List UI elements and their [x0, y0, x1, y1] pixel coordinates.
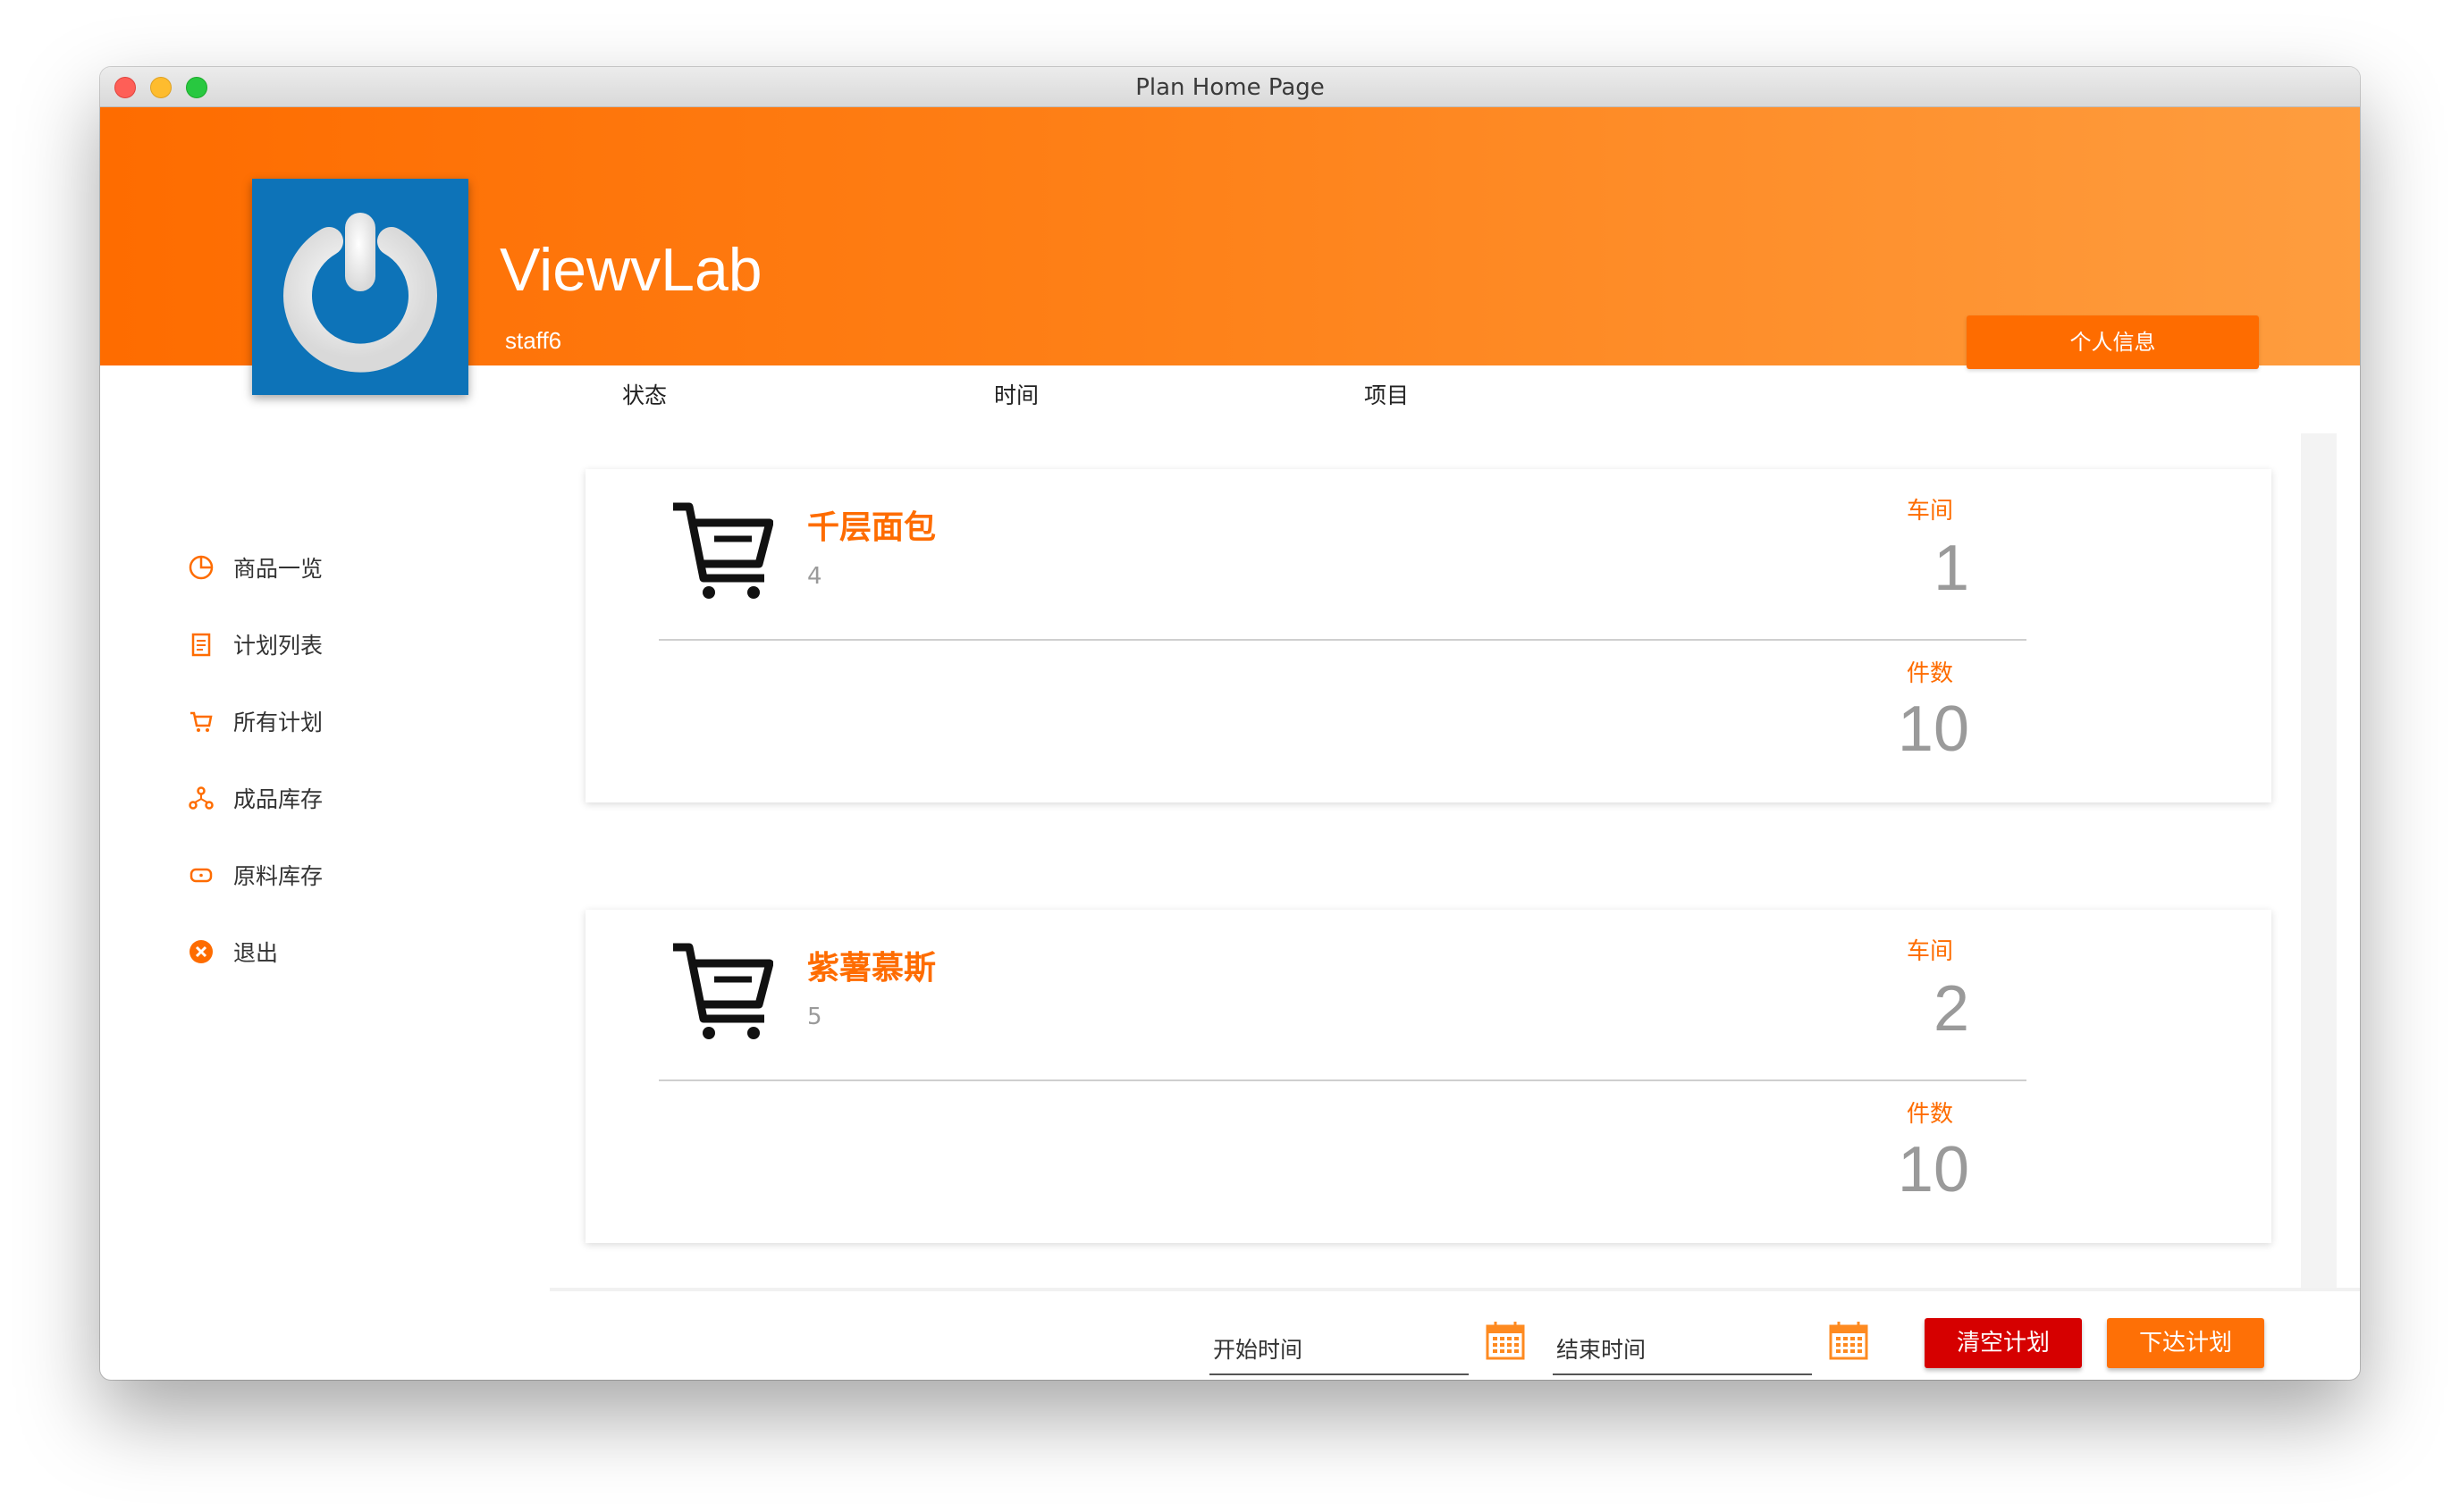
column-status[interactable]: 状态 — [622, 378, 667, 410]
title-bar: Plan Home Page — [100, 67, 2360, 107]
start-time-field[interactable]: 开始时间 — [1209, 1320, 1469, 1375]
workshop-label: 车间 — [1907, 498, 1954, 525]
sidebar-item-label: 退出 — [233, 940, 279, 966]
sidebar-item-label: 原料库存 — [233, 863, 324, 889]
end-time-field[interactable]: 结束时间 — [1553, 1320, 1812, 1375]
hierarchy-icon — [187, 784, 215, 812]
sidebar-item-label: 商品一览 — [233, 556, 324, 582]
sidebar-item-label: 成品库存 — [233, 786, 324, 812]
plan-id: 5 — [807, 1004, 822, 1030]
workshop-value: 2 — [1933, 973, 1969, 1045]
cart-icon — [673, 502, 773, 599]
sidebar-item-products[interactable]: 商品一览 — [187, 550, 323, 585]
sidebar-item-all-plans[interactable]: 所有计划 — [187, 703, 323, 739]
sidebar-item-label: 所有计划 — [233, 710, 324, 735]
profile-button[interactable]: 个人信息 — [1967, 315, 2259, 369]
pie-chart-icon — [187, 553, 215, 582]
calendar-icon[interactable] — [1827, 1319, 1870, 1362]
workshop-value: 1 — [1933, 533, 1969, 604]
close-circle-icon — [187, 937, 215, 966]
plan-product-name: 紫薯慕斯 — [807, 950, 937, 987]
issue-plan-button[interactable]: 下达计划 — [2107, 1318, 2264, 1368]
app-window: Plan Home Page ViewvLab staff6 个人信息 状态 时… — [100, 67, 2360, 1380]
sidebar-item-material-stock[interactable]: 原料库存 — [187, 857, 323, 893]
card-divider — [659, 639, 2026, 641]
window-title: Plan Home Page — [1135, 74, 1325, 101]
app-name: ViewvLab — [500, 236, 762, 304]
cart-icon — [187, 707, 215, 735]
end-time-placeholder: 结束时间 — [1556, 1337, 1647, 1363]
quantity-value: 10 — [1897, 693, 1969, 765]
cart-icon — [673, 943, 773, 1039]
clear-plan-button[interactable]: 清空计划 — [1925, 1318, 2082, 1368]
quantity-label: 件数 — [1907, 1101, 1954, 1128]
sidebar-item-label: 计划列表 — [233, 633, 324, 659]
quantity-value: 10 — [1897, 1134, 1969, 1205]
plan-product-name: 千层面包 — [807, 509, 937, 546]
power-logo-icon — [283, 213, 437, 373]
column-project[interactable]: 项目 — [1364, 378, 1409, 410]
card-divider — [659, 1079, 2026, 1081]
username: staff6 — [505, 327, 562, 354]
quantity-label: 件数 — [1907, 660, 1954, 687]
plan-card[interactable]: 千层面包 4 车间 1 件数 10 — [586, 469, 2271, 802]
footer-divider — [550, 1288, 2360, 1291]
clipboard-icon — [187, 630, 215, 659]
sidebar-item-plan-list[interactable]: 计划列表 — [187, 626, 323, 662]
workshop-label: 车间 — [1907, 938, 1954, 965]
column-time[interactable]: 时间 — [994, 378, 1039, 410]
app-logo — [252, 179, 468, 395]
sidebar-item-logout[interactable]: 退出 — [187, 934, 278, 970]
calendar-icon[interactable] — [1484, 1319, 1527, 1362]
plan-card[interactable]: 紫薯慕斯 5 车间 2 件数 10 — [586, 910, 2271, 1243]
scrollbar[interactable] — [2301, 433, 2337, 1288]
tag-icon — [187, 861, 215, 889]
start-time-placeholder: 开始时间 — [1213, 1337, 1303, 1363]
plan-id: 4 — [807, 563, 822, 590]
sidebar-item-finished-stock[interactable]: 成品库存 — [187, 780, 323, 816]
